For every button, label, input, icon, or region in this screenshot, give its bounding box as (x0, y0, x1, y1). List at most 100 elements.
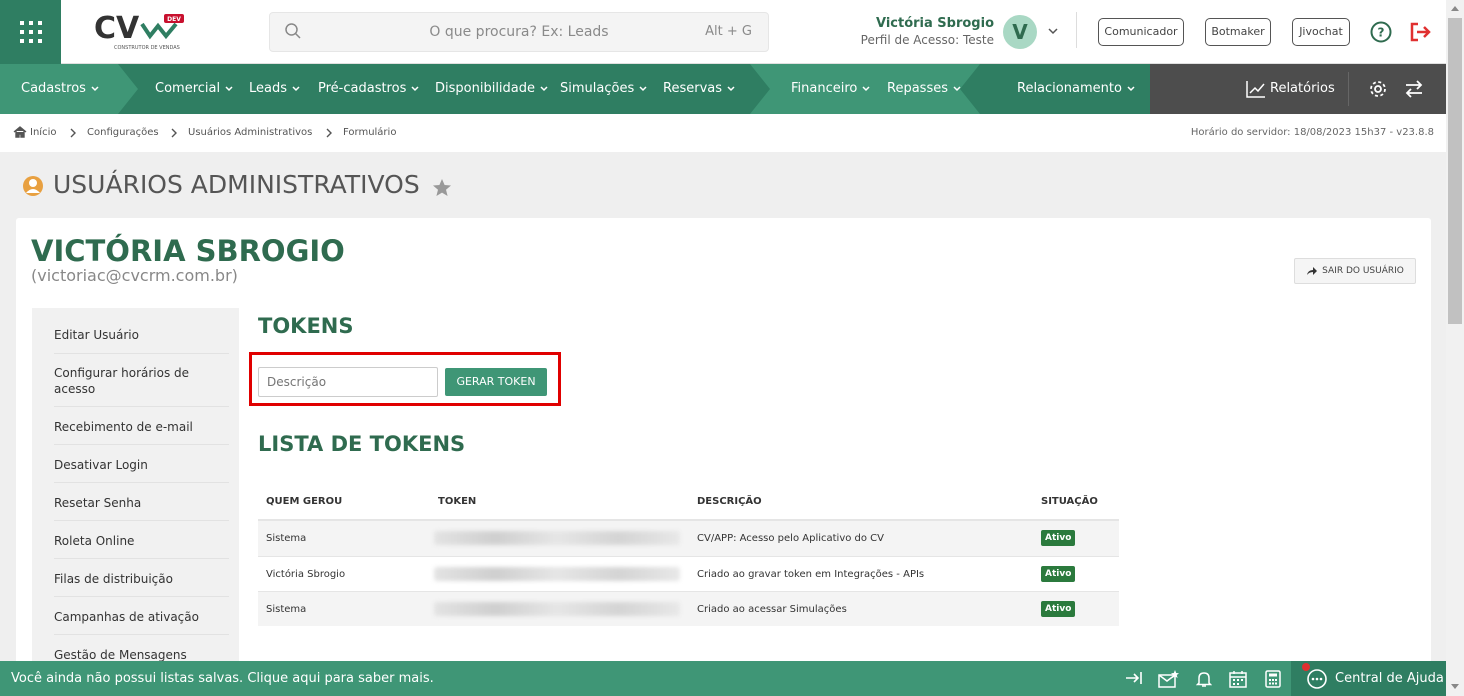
table-row: Sistema Criado ao acessar Simulações Ati… (258, 591, 1119, 626)
nav-divider (1348, 72, 1349, 106)
calculator-icon[interactable] (1265, 670, 1281, 688)
nav-simulacoes[interactable]: Simulações (560, 64, 648, 114)
logo-text: CV (94, 11, 140, 46)
status-badge: Ativo (1041, 566, 1076, 582)
row-description: Criado ao acessar Simulações (697, 604, 847, 615)
user-full-name: VICTÓRIA SBROGIO (31, 234, 345, 268)
cv-logo[interactable]: CV DEV CONSTRUTOR DE VENDAS (92, 10, 192, 54)
sidebar-item-configurar-horarios[interactable]: Configurar horários de acesso (54, 365, 229, 407)
nav-label: Financeiro (791, 81, 858, 96)
nav-comercial[interactable]: Comercial (155, 64, 234, 114)
sidebar-item-resetar-senha[interactable]: Resetar Senha (54, 495, 229, 521)
nav-label: Cadastros (21, 81, 86, 96)
page-scrollbar[interactable] (1446, 0, 1464, 696)
scrollbar-thumb[interactable] (1448, 18, 1462, 324)
nav-relacionamento[interactable]: Relacionamento (1017, 64, 1136, 114)
nav-pre-cadastros[interactable]: Pré-cadastros (318, 64, 420, 114)
table-row: Victória Sbrogio Criado ao gravar token … (258, 556, 1119, 591)
column-header: SITUAÇÃO (1041, 496, 1098, 507)
row-who: Victória Sbrogio (266, 569, 346, 580)
tokens-heading: TOKENS (258, 314, 354, 338)
row-description: CV/APP: Acesso pelo Aplicativo do CV (697, 533, 885, 544)
nav-disponibilidade[interactable]: Disponibilidade (435, 64, 549, 114)
status-badge: Ativo (1041, 601, 1076, 617)
logout-user-button[interactable]: SAIR DO USUÁRIO (1294, 258, 1416, 284)
saved-lists-message[interactable]: Você ainda não possui listas salvas. Cli… (11, 671, 434, 686)
top-bar: CV DEV CONSTRUTOR DE VENDAS O que procur… (0, 0, 1446, 64)
chevron-right-icon (70, 128, 76, 138)
home-icon[interactable] (13, 126, 27, 138)
logout-icon[interactable] (1409, 21, 1433, 43)
user-card: VICTÓRIA SBROGIO (victoriac@cvcrm.com.br… (16, 218, 1431, 678)
breadcrumb-usuarios[interactable]: Usuários Administrativos (188, 127, 312, 138)
apps-grid-button[interactable] (0, 0, 61, 64)
user-email: (victoriac@cvcrm.com.br) (31, 266, 238, 285)
generate-token-button[interactable]: GERAR TOKEN (445, 368, 547, 396)
main-nav: Cadastros Comercial Leads Pré-cadastros … (0, 64, 1446, 114)
scroll-down-icon[interactable] (1451, 684, 1459, 690)
search-shortcut: Alt + G (705, 24, 752, 39)
star-icon[interactable] (432, 178, 452, 198)
breadcrumb-home[interactable]: Início (30, 127, 56, 138)
chevron-down-icon (91, 85, 99, 91)
jivochat-button[interactable]: Jivochat (1292, 18, 1350, 46)
token-value-redacted (434, 602, 680, 616)
sidebar-item-roleta-online[interactable]: Roleta Online (54, 533, 229, 559)
table-header: QUEM GEROU TOKEN DESCRIÇÃO SITUAÇÃO (258, 486, 1119, 521)
server-time: Horário do servidor: 18/08/2023 15h37 - … (1190, 127, 1434, 138)
nav-cadastros[interactable]: Cadastros (21, 64, 100, 114)
scroll-up-icon[interactable] (1451, 5, 1459, 11)
search-bar[interactable]: O que procura? Ex: Leads Alt + G (269, 12, 769, 52)
footer-bar: Você ainda não possui listas salvas. Cli… (0, 661, 1446, 696)
breadcrumb-formulario: Formulário (343, 127, 397, 138)
chevron-down-icon (639, 85, 647, 91)
sidebar-item-desativar-login[interactable]: Desativar Login (54, 457, 229, 483)
chevron-right-icon (171, 128, 177, 138)
search-placeholder: O que procura? Ex: Leads (429, 24, 609, 40)
breadcrumb-configuracoes[interactable]: Configurações (87, 127, 159, 138)
sidebar-item-recebimento-email[interactable]: Recebimento de e-mail (54, 419, 229, 445)
comunicador-button[interactable]: Comunicador (1098, 18, 1184, 46)
chevron-down-icon (953, 85, 961, 91)
nav-reservas[interactable]: Reservas (663, 64, 736, 114)
logo-badge: DEV (167, 16, 181, 23)
mail-star-icon[interactable] (1158, 670, 1180, 688)
help-icon[interactable]: ? (1370, 21, 1392, 43)
svg-text:?: ? (1378, 26, 1385, 40)
chevron-down-icon (540, 85, 548, 91)
row-who: Sistema (266, 604, 307, 615)
chevron-down-icon (292, 85, 300, 91)
column-header: QUEM GEROU (266, 496, 343, 507)
sidebar-item-editar-usuario[interactable]: Editar Usuário (54, 327, 229, 354)
users-admin-icon (23, 176, 43, 196)
botmaker-button[interactable]: Botmaker (1205, 18, 1271, 46)
sidebar-item-filas-distribuicao[interactable]: Filas de distribuição (54, 571, 229, 597)
row-description: Criado ao gravar token em Integrações - … (697, 569, 925, 580)
column-header: TOKEN (438, 496, 477, 507)
reports-link[interactable]: Relatórios (1270, 64, 1335, 114)
sidebar-item-campanhas-ativacao[interactable]: Campanhas de ativação (54, 609, 229, 635)
header-divider (1076, 12, 1077, 48)
help-center-button[interactable]: Central de Ajuda (1291, 661, 1446, 696)
calendar-icon[interactable] (1229, 670, 1247, 688)
nav-label: Repasses (887, 81, 948, 96)
chevron-down-icon (225, 85, 233, 91)
collapse-right-icon[interactable] (1125, 670, 1143, 686)
notification-dot (1302, 663, 1310, 671)
avatar[interactable]: V (1003, 15, 1037, 49)
user-info[interactable]: Victória Sbrogio Perfil de Acesso: Teste (840, 16, 994, 48)
token-list-heading: LISTA DE TOKENS (258, 432, 466, 456)
token-value-redacted (434, 531, 680, 545)
table-row: Sistema CV/APP: Acesso pelo Aplicativo d… (258, 521, 1119, 556)
gear-icon[interactable] (1368, 79, 1388, 99)
nav-leads[interactable]: Leads (249, 64, 301, 114)
nav-repasses[interactable]: Repasses (887, 64, 962, 114)
chevron-down-icon[interactable] (1046, 24, 1060, 38)
nav-financeiro[interactable]: Financeiro (791, 64, 871, 114)
nav-label: Simulações (560, 81, 635, 96)
swap-icon[interactable] (1404, 79, 1424, 99)
user-name: Victória Sbrogio (875, 16, 994, 31)
nav-label: Relacionamento (1017, 81, 1122, 96)
bell-icon[interactable] (1196, 670, 1212, 688)
token-description-input[interactable] (258, 367, 438, 397)
